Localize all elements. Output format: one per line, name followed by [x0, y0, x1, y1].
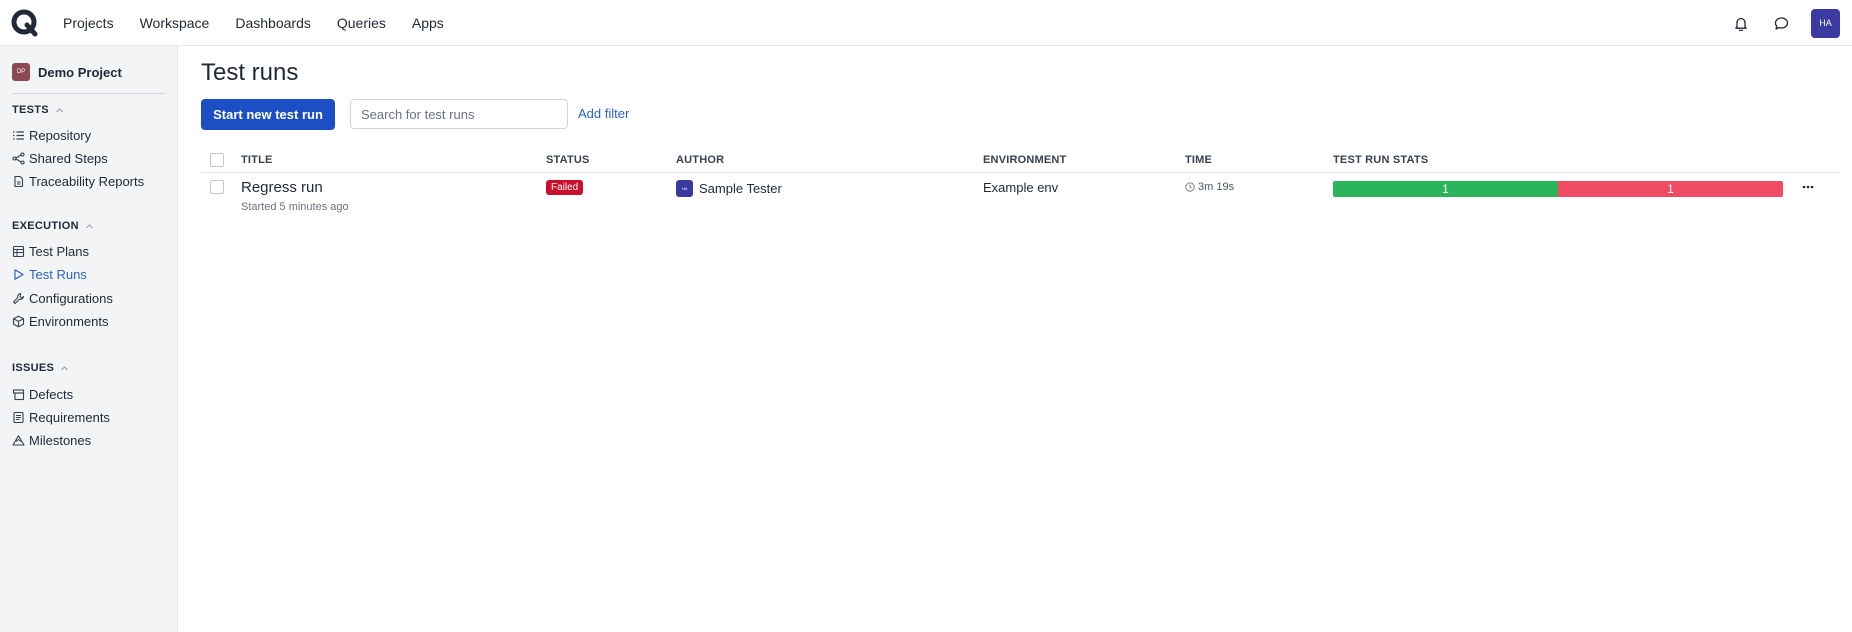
sidebar-item-label: Milestones — [29, 433, 92, 448]
sidebar-item-label: Configurations — [29, 291, 113, 306]
nav-queries[interactable]: Queries — [337, 15, 386, 31]
section-tests[interactable]: TESTS — [12, 104, 64, 116]
column-header-test-run-stats[interactable]: TEST RUN STATS — [1333, 154, 1428, 166]
chevron-up-icon — [56, 107, 63, 112]
row-checkbox[interactable] — [210, 180, 224, 194]
top-bar: Projects Workspace Dashboards Queries Ap… — [0, 0, 1852, 46]
sidebar-item-label: Repository — [29, 128, 92, 143]
status-badge: Failed — [546, 180, 584, 195]
sidebar-item-label: Shared Steps — [29, 151, 108, 166]
share-nodes-icon — [12, 152, 25, 165]
start-new-test-run-button[interactable]: Start new test run — [201, 99, 335, 130]
divider — [12, 93, 165, 94]
document-icon — [14, 175, 24, 188]
run-title-link[interactable]: Regress run — [241, 179, 323, 196]
sidebar-item-traceability-reports[interactable]: Traceability Reports — [12, 174, 144, 189]
sidebar-item-label: Defects — [29, 387, 74, 402]
column-header-environment[interactable]: ENVIRONMENT — [983, 154, 1066, 166]
project-name: Demo Project — [38, 64, 122, 80]
sidebar-item-test-runs[interactable]: Test Runs — [12, 267, 87, 282]
clock-icon — [1185, 182, 1195, 192]
time-value: 3m 19s — [1198, 181, 1235, 193]
sidebar-item-label: Test Plans — [29, 244, 89, 259]
column-header-title[interactable]: TITLE — [241, 154, 273, 166]
project-badge: DP — [12, 63, 30, 81]
stats-segment: 1 — [1333, 181, 1558, 197]
nav-apps[interactable]: Apps — [412, 15, 444, 31]
section-execution-label: EXECUTION — [12, 220, 79, 232]
search-input[interactable] — [350, 99, 568, 129]
sidebar-item-label: Test Runs — [29, 267, 87, 282]
wrench-icon — [12, 292, 25, 305]
sidebar-item-label: Environments — [29, 314, 109, 329]
stats-segment: 1 — [1558, 181, 1783, 197]
environment-value: Example env — [983, 180, 1059, 195]
chat-icon[interactable] — [1771, 13, 1791, 33]
column-header-author[interactable]: AUTHOR — [676, 154, 724, 166]
sidebar: DP Demo Project TESTS Repository Shared … — [0, 46, 178, 632]
clipboard-icon — [13, 411, 24, 424]
sidebar-item-test-plans[interactable]: Test Plans — [12, 244, 89, 259]
sidebar-item-environments[interactable]: Environments — [12, 314, 108, 329]
nav-projects[interactable]: Projects — [63, 15, 114, 31]
author-name: Sample Tester — [699, 181, 782, 196]
play-icon — [14, 269, 24, 280]
sidebar-item-configurations[interactable]: Configurations — [12, 291, 113, 306]
select-all-checkbox[interactable] — [210, 153, 224, 167]
user-avatar[interactable]: HA — [1811, 8, 1840, 38]
more-options-icon[interactable] — [1801, 180, 1815, 194]
test-run-stats-bar[interactable]: 11 — [1333, 181, 1783, 197]
time-cell: 3m 19s — [1185, 181, 1234, 193]
section-execution[interactable]: EXECUTION — [12, 220, 94, 232]
qase-logo-icon[interactable] — [11, 9, 39, 37]
page-title: Test runs — [201, 59, 299, 86]
author-cell: HA Sample Tester — [676, 180, 782, 197]
top-nav: Projects Workspace Dashboards Queries Ap… — [50, 0, 457, 46]
bug-icon — [12, 389, 25, 401]
table-row[interactable]: Regress run Started 5 minutes ago Failed… — [201, 174, 1841, 224]
top-right-actions: HA — [1731, 0, 1852, 46]
chevron-up-icon — [61, 365, 69, 370]
column-header-status[interactable]: STATUS — [546, 154, 590, 166]
run-started-text: Started 5 minutes ago — [241, 201, 349, 213]
sidebar-item-milestones[interactable]: Milestones — [12, 433, 91, 448]
sidebar-item-requirements[interactable]: Requirements — [12, 410, 110, 425]
bell-icon[interactable] — [1731, 13, 1751, 33]
triangle-icon — [12, 435, 25, 446]
column-header-time[interactable]: TIME — [1185, 154, 1212, 166]
section-issues[interactable]: ISSUES — [12, 362, 69, 374]
author-avatar: HA — [676, 180, 693, 197]
section-tests-label: TESTS — [12, 104, 49, 116]
section-issues-label: ISSUES — [12, 362, 55, 374]
main-content: Test runs Start new test run Add filter … — [178, 46, 1852, 632]
add-filter-link[interactable]: Add filter — [578, 106, 629, 121]
table-header: TITLE STATUS AUTHOR ENVIRONMENT TIME TES… — [201, 149, 1841, 173]
sidebar-item-shared-steps[interactable]: Shared Steps — [12, 151, 108, 166]
sidebar-item-label: Requirements — [29, 410, 110, 425]
cube-icon — [12, 315, 25, 328]
nav-workspace[interactable]: Workspace — [140, 15, 210, 31]
sidebar-item-defects[interactable]: Defects — [12, 387, 73, 402]
table-icon — [12, 245, 25, 258]
chevron-up-icon — [85, 223, 93, 228]
project-selector[interactable]: DP Demo Project — [12, 63, 122, 81]
sidebar-item-label: Traceability Reports — [29, 174, 145, 189]
sidebar-item-repository[interactable]: Repository — [12, 128, 91, 143]
list-icon — [13, 131, 24, 140]
nav-dashboards[interactable]: Dashboards — [235, 15, 311, 31]
